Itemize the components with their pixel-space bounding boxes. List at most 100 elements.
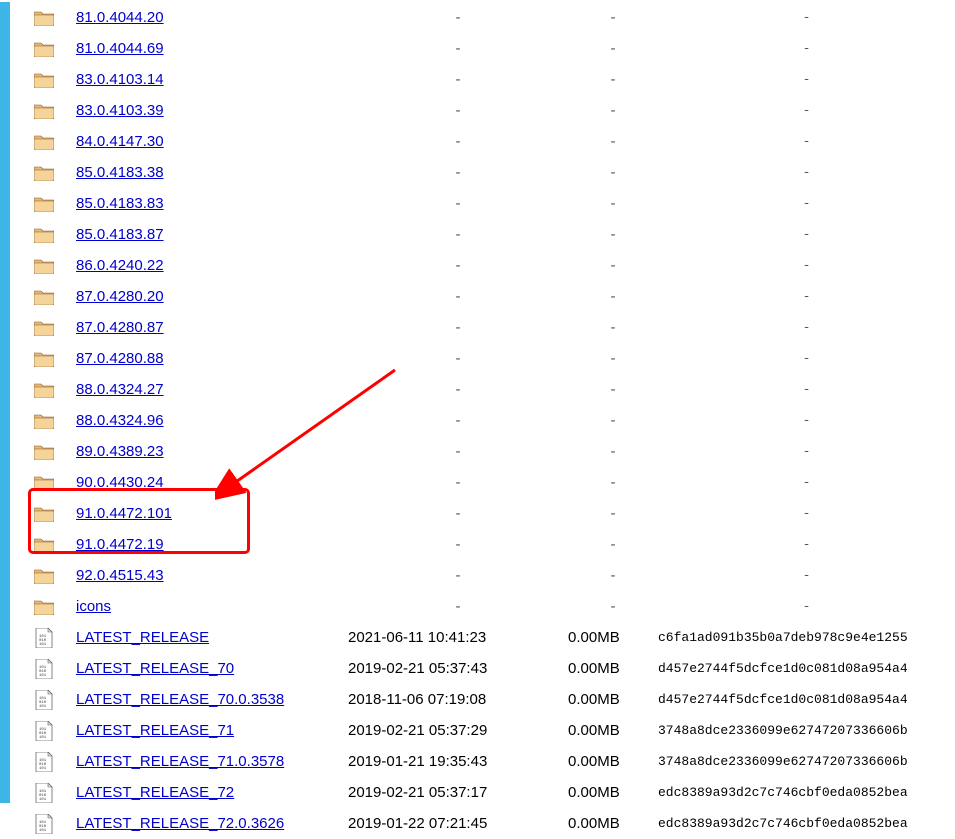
folder-link[interactable]: 87.0.4280.88 (76, 350, 164, 367)
date-cell: - (348, 164, 568, 181)
size-cell: - (568, 102, 658, 119)
list-row: 85.0.4183.83--- (30, 188, 955, 219)
name-cell: 90.0.4430.24 (58, 474, 348, 491)
date-cell: 2021-06-11 10:41:23 (348, 629, 568, 646)
folder-link[interactable]: 92.0.4515.43 (76, 567, 164, 584)
name-cell: LATEST_RELEASE_72.0.3626 (58, 815, 348, 832)
hash-cell: - (658, 537, 955, 552)
folder-icon (30, 103, 58, 119)
folder-link[interactable]: 81.0.4044.20 (76, 9, 164, 26)
folder-link[interactable]: icons (76, 598, 111, 615)
name-cell: 91.0.4472.101 (58, 505, 348, 522)
svg-text:101: 101 (39, 736, 47, 740)
svg-text:101: 101 (39, 767, 47, 771)
folder-link[interactable]: 91.0.4472.19 (76, 536, 164, 553)
hash-cell: - (658, 599, 955, 614)
hash-cell: - (658, 444, 955, 459)
date-cell: 2019-02-21 05:37:43 (348, 660, 568, 677)
list-row: 85.0.4183.38--- (30, 157, 955, 188)
folder-link[interactable]: 90.0.4430.24 (76, 474, 164, 491)
hash-cell: edc8389a93d2c7c746cbf0eda0852bea (658, 816, 955, 831)
binary-file-icon: 101 010 101 (30, 628, 58, 648)
name-cell: LATEST_RELEASE_71.0.3578 (58, 753, 348, 770)
binary-file-icon: 101 010 101 (30, 659, 58, 679)
file-link[interactable]: LATEST_RELEASE_70.0.3538 (76, 691, 284, 708)
folder-link[interactable]: 91.0.4472.101 (76, 505, 172, 522)
list-row: 101 010 101 LATEST_RELEASE_70.0.35382018… (30, 684, 955, 715)
name-cell: 83.0.4103.39 (58, 102, 348, 119)
name-cell: 86.0.4240.22 (58, 257, 348, 274)
svg-text:101: 101 (39, 643, 47, 647)
folder-icon (30, 289, 58, 305)
list-row: 87.0.4280.87--- (30, 312, 955, 343)
svg-text:101: 101 (39, 829, 47, 833)
name-cell: 85.0.4183.83 (58, 195, 348, 212)
list-row: 91.0.4472.101--- (30, 498, 955, 529)
list-row: 101 010 101 LATEST_RELEASE_722019-02-21 … (30, 777, 955, 808)
folder-link[interactable]: 83.0.4103.39 (76, 102, 164, 119)
name-cell: 85.0.4183.38 (58, 164, 348, 181)
list-row: 81.0.4044.69--- (30, 33, 955, 64)
folder-link[interactable]: 85.0.4183.83 (76, 195, 164, 212)
hash-cell: - (658, 72, 955, 87)
folder-link[interactable]: 83.0.4103.14 (76, 71, 164, 88)
date-cell: - (348, 598, 568, 615)
hash-cell: d457e2744f5dcfce1d0c081d08a954a4 (658, 661, 955, 676)
size-cell: - (568, 288, 658, 305)
folder-link[interactable]: 86.0.4240.22 (76, 257, 164, 274)
hash-cell: - (658, 258, 955, 273)
size-cell: - (568, 133, 658, 150)
date-cell: 2019-01-21 19:35:43 (348, 753, 568, 770)
list-row: 84.0.4147.30--- (30, 126, 955, 157)
date-cell: - (348, 474, 568, 491)
binary-file-icon: 101 010 101 (30, 814, 58, 834)
file-link[interactable]: LATEST_RELEASE (76, 629, 209, 646)
hash-cell: - (658, 568, 955, 583)
date-cell: - (348, 505, 568, 522)
file-link[interactable]: LATEST_RELEASE_72 (76, 784, 234, 801)
name-cell: 87.0.4280.20 (58, 288, 348, 305)
file-link[interactable]: LATEST_RELEASE_71.0.3578 (76, 753, 284, 770)
file-link[interactable]: LATEST_RELEASE_71 (76, 722, 234, 739)
hash-cell: - (658, 475, 955, 490)
file-link[interactable]: LATEST_RELEASE_70 (76, 660, 234, 677)
name-cell: 84.0.4147.30 (58, 133, 348, 150)
folder-link[interactable]: 88.0.4324.96 (76, 412, 164, 429)
size-cell: - (568, 474, 658, 491)
hash-cell: - (658, 382, 955, 397)
size-cell: - (568, 195, 658, 212)
name-cell: LATEST_RELEASE_72 (58, 784, 348, 801)
folder-link[interactable]: 85.0.4183.38 (76, 164, 164, 181)
folder-link[interactable]: 89.0.4389.23 (76, 443, 164, 460)
folder-link[interactable]: 81.0.4044.69 (76, 40, 164, 57)
folder-icon (30, 10, 58, 26)
folder-icon (30, 351, 58, 367)
svg-text:101: 101 (39, 674, 47, 678)
hash-cell: - (658, 196, 955, 211)
date-cell: - (348, 9, 568, 26)
binary-file-icon: 101 010 101 (30, 783, 58, 803)
hash-cell: - (658, 134, 955, 149)
folder-link[interactable]: 88.0.4324.27 (76, 381, 164, 398)
size-cell: 0.00MB (568, 815, 658, 832)
list-row: 92.0.4515.43--- (30, 560, 955, 591)
list-row: 83.0.4103.39--- (30, 95, 955, 126)
hash-cell: - (658, 506, 955, 521)
hash-cell: c6fa1ad091b35b0a7deb978c9e4e1255 (658, 630, 955, 645)
size-cell: - (568, 598, 658, 615)
date-cell: - (348, 102, 568, 119)
hash-cell: - (658, 227, 955, 242)
hash-cell: - (658, 413, 955, 428)
folder-icon (30, 41, 58, 57)
hash-cell: - (658, 103, 955, 118)
folder-link[interactable]: 84.0.4147.30 (76, 133, 164, 150)
date-cell: - (348, 71, 568, 88)
size-cell: 0.00MB (568, 629, 658, 646)
folder-link[interactable]: 87.0.4280.20 (76, 288, 164, 305)
folder-link[interactable]: 85.0.4183.87 (76, 226, 164, 243)
date-cell: - (348, 350, 568, 367)
folder-icon (30, 227, 58, 243)
folder-link[interactable]: 87.0.4280.87 (76, 319, 164, 336)
file-link[interactable]: LATEST_RELEASE_72.0.3626 (76, 815, 284, 832)
folder-icon (30, 165, 58, 181)
